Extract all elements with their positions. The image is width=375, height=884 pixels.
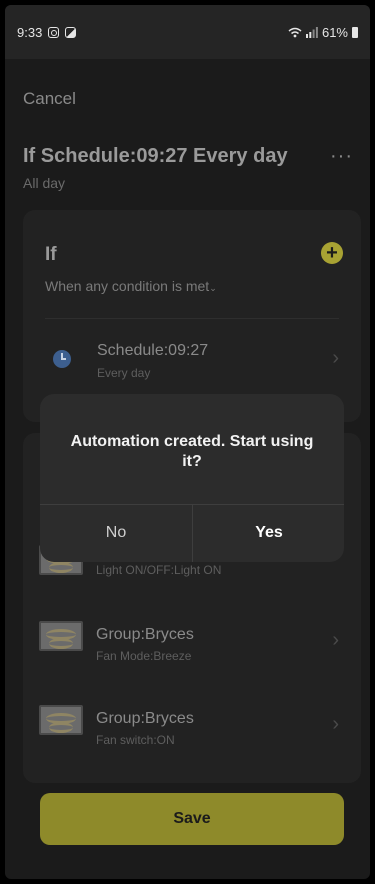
condition-mode-label: When any condition is met <box>45 278 210 294</box>
yes-button[interactable]: Yes <box>193 504 344 562</box>
chevron-right-icon: › <box>332 629 339 651</box>
status-bar: 9:33 61% <box>5 5 370 59</box>
app-screen: 9:33 61% Cancel If Schedule:09:27 Every … <box>5 5 370 879</box>
gallery-icon <box>65 26 77 38</box>
action-title: Group:Bryces <box>96 710 194 727</box>
action-subtitle: Light ON/OFF:Light ON <box>96 563 222 577</box>
status-time: 9:33 <box>17 24 43 40</box>
title-row: If Schedule:09:27 Every day ··· <box>23 145 353 168</box>
action-title: Group:Bryces <box>96 626 194 643</box>
action-subtitle: Fan switch:ON <box>96 733 175 747</box>
condition-mode-dropdown[interactable]: When any condition is met⌄ <box>45 278 217 294</box>
cancel-button[interactable]: Cancel <box>23 89 76 109</box>
confirm-dialog: Automation created. Start using it? No Y… <box>40 394 344 562</box>
condition-title: Schedule:09:27 <box>97 342 209 359</box>
battery-percent: 61% <box>321 24 348 40</box>
chandelier-icon <box>39 705 83 735</box>
instagram-icon <box>48 26 60 38</box>
no-button[interactable]: No <box>40 504 192 562</box>
chevron-down-icon: ⌄ <box>209 283 217 293</box>
more-options-icon[interactable]: ··· <box>330 146 353 166</box>
save-button[interactable]: Save <box>40 793 344 845</box>
page-title: If Schedule:09:27 Every day <box>23 145 288 167</box>
chevron-right-icon: › <box>332 713 339 735</box>
chevron-right-icon: › <box>332 347 339 369</box>
action-subtitle: Fan Mode:Breeze <box>96 649 192 663</box>
add-condition-icon[interactable]: + <box>321 242 343 264</box>
signal-icon <box>305 26 318 38</box>
chandelier-icon <box>39 621 83 651</box>
page-subtitle: All day <box>23 175 66 191</box>
if-card: If + When any condition is met⌄ Schedule… <box>23 210 361 422</box>
dialog-message: Automation created. Start using it? <box>70 433 314 470</box>
condition-subtitle: Every day <box>97 366 151 380</box>
clock-icon <box>53 350 71 368</box>
battery-icon <box>352 26 358 38</box>
wifi-icon <box>288 27 302 37</box>
divider <box>45 318 339 319</box>
if-label: If <box>45 244 57 265</box>
